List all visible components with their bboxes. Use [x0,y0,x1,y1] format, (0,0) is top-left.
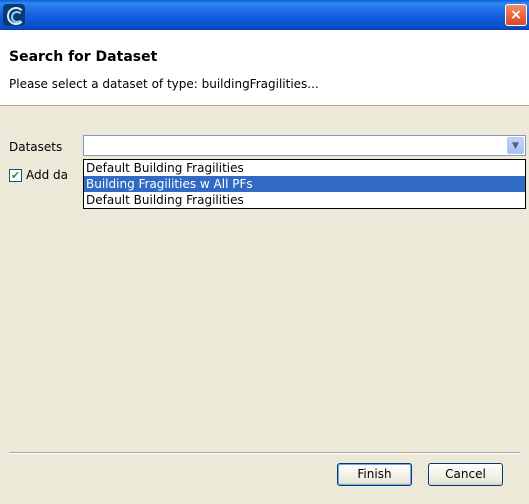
dialog-header: Search for Dataset Please select a datas… [0,30,529,106]
cancel-button[interactable]: Cancel [428,463,503,486]
dropdown-option-selected[interactable]: Building Fragilities w All PFs [84,176,525,192]
dialog-content: Datasets ▼ ✔ Add da Default Building Fra… [0,116,529,452]
page-title: Search for Dataset [9,49,158,65]
add-dataset-label: Add da [26,168,69,182]
dropdown-option[interactable]: Default Building Fragilities [84,160,525,176]
app-logo-icon [3,4,25,26]
header-description: Please select a dataset of type: buildin… [9,77,319,91]
dropdown-option[interactable]: Default Building Fragilities [84,192,525,208]
datasets-combobox[interactable]: ▼ [83,135,526,156]
close-icon: × [510,7,522,23]
title-bar[interactable]: × [0,0,529,30]
dropdown-arrow-icon[interactable]: ▼ [507,137,524,154]
datasets-label: Datasets [9,140,63,154]
add-dataset-checkbox[interactable]: ✔ [9,169,22,182]
datasets-dropdown-list: Default Building Fragilities Building Fr… [83,159,526,209]
finish-button[interactable]: Finish [337,463,412,486]
search-dataset-dialog: × Search for Dataset Please select a dat… [0,0,529,504]
close-button[interactable]: × [505,4,527,26]
footer-divider [9,452,520,454]
